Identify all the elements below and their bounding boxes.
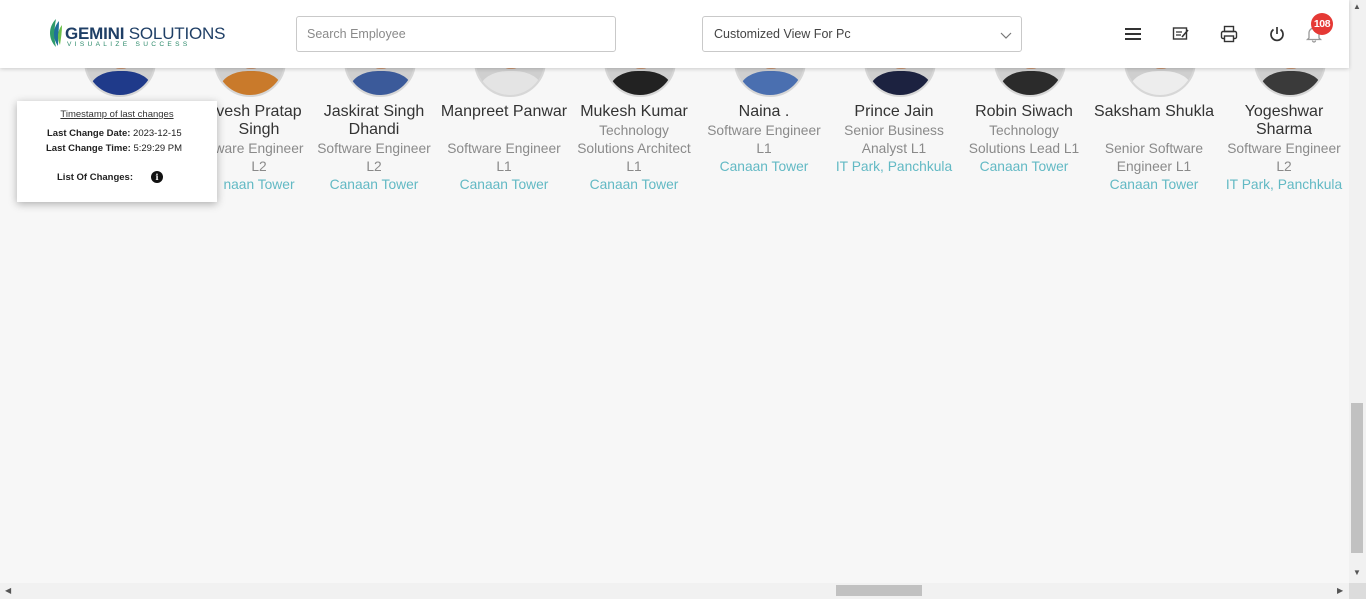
scrollbar-corner xyxy=(1349,583,1366,599)
edit-note-icon[interactable] xyxy=(1170,23,1192,45)
employee-name: Jaskirat Singh Dhandi xyxy=(323,103,425,138)
employee-name: Mukesh Kumar xyxy=(580,103,688,120)
gemini-solutions-logo[interactable]: GEMINI SOLUTIONS VISUALIZE SUCCESS xyxy=(46,17,225,51)
list-of-changes-label: List Of Changes: xyxy=(57,172,134,183)
timestamp-popup: Timestamp of last changes Last Change Da… xyxy=(17,101,217,202)
power-icon[interactable] xyxy=(1266,23,1288,45)
employee-name: Prince Jain xyxy=(854,103,934,120)
employee-name: Saksham Shukla xyxy=(1093,103,1215,120)
last-change-time: Last Change Time: 5:29:29 PM xyxy=(46,143,183,154)
employee-role: Senior Software Engineer L1 xyxy=(1104,141,1204,174)
view-select[interactable]: Customized View For Pc xyxy=(702,16,1022,52)
vertical-scrollbar[interactable]: ▲ ▼ xyxy=(1349,0,1366,583)
app-header: GEMINI SOLUTIONS VISUALIZE SUCCESS Custo… xyxy=(0,0,1349,68)
employee-location: Canaan Tower xyxy=(589,177,679,192)
scroll-right-arrow-icon[interactable]: ▶ xyxy=(1337,586,1343,595)
employee-role: Senior Business Analyst L1 xyxy=(844,123,944,156)
brand-tagline: VISUALIZE SUCCESS xyxy=(67,41,191,48)
last-change-date: Last Change Date: 2023-12-15 xyxy=(47,128,182,139)
vertical-scroll-thumb[interactable] xyxy=(1351,403,1363,553)
popup-title: Timestamp of last changes xyxy=(60,109,174,120)
employee-name: Manpreet Panwar xyxy=(440,103,568,120)
print-icon[interactable] xyxy=(1218,23,1240,45)
employee-role: Software Engineer L1 xyxy=(707,123,821,156)
horizontal-scrollbar[interactable]: ◀ ▶ xyxy=(0,583,1349,599)
notification-count-badge[interactable]: 108 xyxy=(1311,13,1333,35)
search-employee-input[interactable] xyxy=(296,16,616,52)
menu-icon[interactable] xyxy=(1122,23,1144,45)
employee-location: IT Park, Panchkula xyxy=(835,159,953,174)
employee-location: Canaan Tower xyxy=(1109,177,1199,192)
employee-name: Robin Siwach xyxy=(975,103,1073,120)
employee-location: Canaan Tower xyxy=(979,159,1069,174)
chevron-down-icon xyxy=(1000,32,1012,39)
employee-role: Software Engineer L2 xyxy=(317,141,431,174)
employee-role: Software Engineer L2 xyxy=(1227,141,1341,174)
employee-location: Canaan Tower xyxy=(719,159,809,174)
employee-location: IT Park, Panchkula xyxy=(1225,177,1343,192)
employee-location: Canaan Tower xyxy=(329,177,419,192)
scroll-up-arrow-icon[interactable]: ▲ xyxy=(1353,2,1361,11)
employee-name: Naina . xyxy=(738,103,790,120)
scroll-down-arrow-icon[interactable]: ▼ xyxy=(1353,568,1361,577)
view-select-value: Customized View For Pc xyxy=(714,27,851,41)
employee-name: Yogeshwar Sharma xyxy=(1244,103,1324,138)
employee-location: Canaan Tower xyxy=(459,177,549,192)
horizontal-scroll-thumb[interactable] xyxy=(836,585,922,596)
employee-role: Technology Solutions Architect L1 xyxy=(577,123,691,174)
info-icon[interactable]: i xyxy=(151,171,163,183)
employee-role: Technology Solutions Lead L1 xyxy=(968,123,1080,156)
employee-role: Software Engineer L1 xyxy=(447,141,561,174)
scroll-left-arrow-icon[interactable]: ◀ xyxy=(5,586,11,595)
